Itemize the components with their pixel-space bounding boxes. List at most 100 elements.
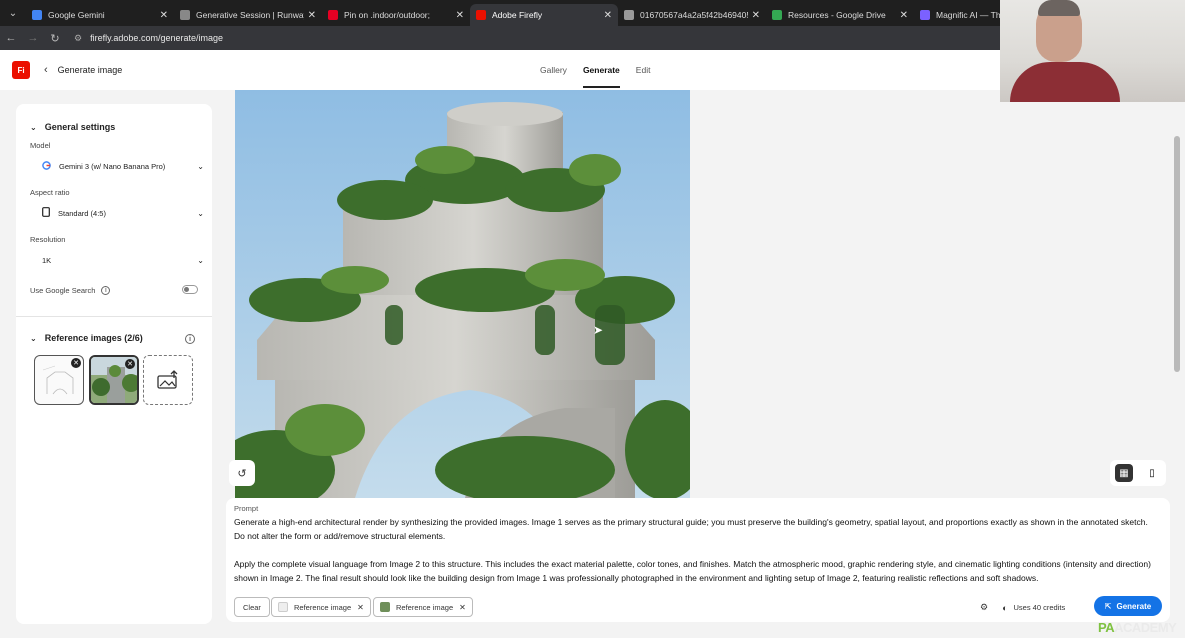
prompt-panel: Prompt Generate a high-end architectural…: [226, 498, 1170, 622]
reference-chip-2-label: Reference image: [396, 602, 454, 612]
upload-reference-button[interactable]: [143, 355, 193, 405]
webcam-person-body: [1010, 62, 1120, 102]
page-title: Generate image: [57, 65, 123, 75]
pa-academy-watermark: PAACADEMY: [1098, 620, 1177, 635]
browser-tab[interactable]: Pin on .indoor/outdoor; ✕: [322, 4, 470, 26]
back-chevron-icon[interactable]: ‹: [44, 64, 48, 76]
chevron-down-icon: ⌄: [30, 122, 37, 132]
page-scrollbar[interactable]: [1174, 136, 1180, 372]
section-divider: [16, 316, 212, 317]
forward-arrow-icon[interactable]: →: [22, 32, 44, 44]
google-g-icon: [42, 160, 51, 172]
tab-edit[interactable]: Edit: [636, 50, 651, 90]
drive-icon: [772, 10, 782, 20]
close-icon[interactable]: ✕: [308, 10, 316, 21]
watermark-prefix: PA: [1098, 620, 1115, 635]
sketch-chip-thumb: [278, 602, 288, 612]
browser-tab-label: Google Gemini: [48, 10, 105, 20]
adobe-icon: [476, 10, 486, 20]
top-nav: Gallery Generate Edit: [540, 50, 650, 90]
google-search-toggle[interactable]: [182, 285, 198, 294]
resolution-value: 1K: [42, 255, 52, 265]
model-select[interactable]: Gemini 3 (w/ Nano Banana Pro) ⌄: [30, 154, 212, 178]
close-icon[interactable]: ✕: [900, 10, 908, 21]
prompt-paragraph-2: Apply the complete visual language from …: [234, 559, 1151, 583]
back-arrow-icon[interactable]: ←: [0, 32, 22, 44]
tab-gallery[interactable]: Gallery: [540, 50, 567, 90]
prompt-label: Prompt: [234, 504, 259, 513]
photo-chip-thumb: [380, 602, 390, 612]
close-icon[interactable]: ✕: [357, 603, 364, 612]
google-search-label: Use Google Search: [30, 286, 96, 295]
globe-icon: [624, 10, 634, 20]
browser-tab-label: Resources - Google Drive: [788, 10, 886, 20]
single-view-icon[interactable]: ▯: [1143, 464, 1161, 482]
mouse-cursor-icon: ➤: [593, 323, 604, 337]
close-icon[interactable]: ✕: [160, 10, 168, 21]
chevron-down-icon: ⌄: [197, 255, 204, 265]
reference-thumb-photo[interactable]: ✕: [89, 355, 139, 405]
url-text: firefly.adobe.com/generate/image: [90, 33, 223, 43]
url-field[interactable]: ⚙ firefly.adobe.com/generate/image: [74, 33, 223, 44]
google-search-row: Use Google Search i: [30, 286, 111, 295]
remove-reference-icon[interactable]: ✕: [125, 359, 135, 369]
credits-info: ⚙ ◐ Uses 40 credits: [980, 602, 1065, 613]
grid-view-icon[interactable]: ▦: [1115, 464, 1133, 482]
webcam-person-hair: [1038, 0, 1080, 16]
reference-images-title: Reference images (2/6): [44, 333, 143, 343]
model-label: Model: [30, 141, 51, 150]
close-icon[interactable]: ✕: [604, 10, 612, 21]
resolution-select[interactable]: 1K ⌄: [30, 248, 212, 272]
chevron-down-icon: ⌄: [197, 208, 204, 218]
generated-image[interactable]: [235, 90, 690, 498]
close-icon[interactable]: ✕: [752, 10, 760, 21]
tab-search-icon[interactable]: ⌄: [0, 0, 26, 26]
general-settings-toggle[interactable]: ⌄ General settings: [30, 122, 115, 132]
remove-reference-icon[interactable]: ✕: [71, 358, 81, 368]
browser-tab-label: Adobe Firefly: [492, 10, 543, 20]
watermark-suffix: ACADEMY: [1114, 620, 1177, 635]
view-toggle: ▦ ▯: [1110, 460, 1166, 486]
browser-tab[interactable]: Resources - Google Drive ✕: [766, 4, 914, 26]
browser-tab[interactable]: Adobe Firefly ✕: [470, 4, 618, 26]
reference-chip-1[interactable]: Reference image ✕: [271, 597, 371, 617]
general-settings-title: General settings: [44, 122, 116, 132]
chevron-down-icon: ⌄: [197, 161, 204, 171]
tab-generate[interactable]: Generate: [582, 50, 620, 90]
prompt-input[interactable]: Generate a high-end architectural render…: [234, 515, 1154, 599]
browser-tab[interactable]: Google Gemini ✕: [26, 4, 174, 26]
external-sparkle-icon: ⇱: [1104, 601, 1112, 611]
browser-tab-label: Pin on .indoor/outdoor;: [344, 10, 431, 20]
settings-panel: ⌄ General settings Model Gemini 3 (w/ Na…: [16, 104, 212, 624]
aspect-ratio-select[interactable]: Standard (4:5) ⌄: [30, 201, 212, 225]
site-settings-icon[interactable]: ⚙: [74, 33, 82, 44]
tab-list: Google Gemini ✕ Generative Session | Runwa…: [26, 0, 1062, 26]
image-upload-icon: [157, 370, 178, 389]
clear-button[interactable]: Clear: [234, 597, 270, 617]
close-icon[interactable]: ✕: [459, 603, 466, 612]
aspect-ratio-label: Aspect ratio: [30, 188, 70, 197]
magnific-icon: [920, 10, 930, 20]
portrait-rect-icon: [42, 207, 50, 219]
history-icon: ↺: [237, 467, 247, 480]
info-icon[interactable]: i: [101, 286, 111, 295]
credits-icon: ◐: [1002, 602, 1008, 613]
runway-icon: [180, 10, 190, 20]
browser-tab[interactable]: Generative Session | Runway AI ✕: [174, 4, 322, 26]
info-icon[interactable]: i: [185, 334, 195, 344]
close-icon[interactable]: ✕: [456, 10, 464, 21]
settings-adjust-icon[interactable]: ⚙: [980, 602, 988, 613]
firefly-logo[interactable]: Fi: [12, 61, 30, 79]
model-value: Gemini 3 (w/ Nano Banana Pro): [59, 161, 166, 171]
browser-tab-label: Generative Session | Runway AI: [196, 10, 304, 20]
reference-thumb-sketch[interactable]: ✕: [34, 355, 84, 405]
generate-button[interactable]: ⇱ Generate: [1094, 596, 1162, 616]
reference-chip-2[interactable]: Reference image ✕: [373, 597, 473, 617]
reload-icon[interactable]: ↻: [44, 32, 66, 45]
browser-tab[interactable]: 01670567a4a2a5f42b469405ef ✕: [618, 4, 766, 26]
history-button[interactable]: ↺: [229, 460, 255, 486]
credits-text: Uses 40 credits: [1013, 603, 1066, 612]
prompt-paragraph-1: Generate a high-end architectural render…: [234, 517, 1148, 541]
reference-chip-1-label: Reference image: [294, 602, 352, 612]
reference-images-toggle[interactable]: ⌄ Reference images (2/6): [30, 333, 143, 343]
